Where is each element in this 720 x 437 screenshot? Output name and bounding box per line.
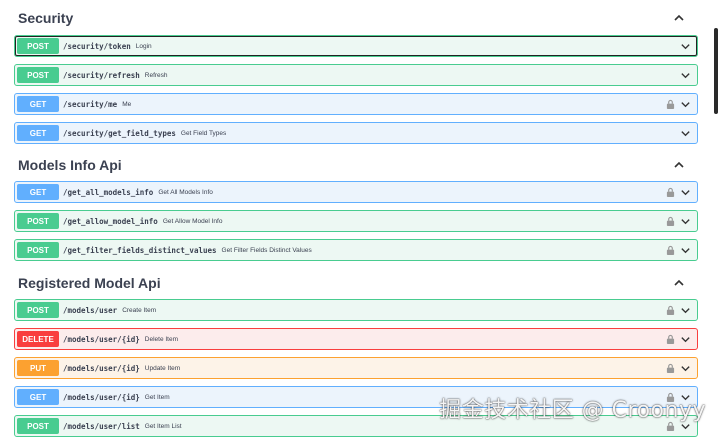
section-header-security[interactable]: Security <box>18 1 696 36</box>
lock-icon[interactable] <box>666 99 675 110</box>
method-badge: POST <box>17 213 59 229</box>
section-title: Security <box>18 10 74 26</box>
operation-path: /models/user/{id} <box>63 334 140 344</box>
operation-put-models-user-id[interactable]: PUT /models/user/{id} Update Item <box>14 357 698 379</box>
operation-summary: Create Item <box>122 306 157 314</box>
method-badge: GET <box>17 96 59 112</box>
operation-get-security-me[interactable]: GET /security/me Me <box>14 93 698 115</box>
operation-delete-models-user-id[interactable]: DELETE /models/user/{id} Delete Item <box>14 328 698 350</box>
operation-get-all-models-info[interactable]: GET /get_all_models_info Get All Models … <box>14 181 698 203</box>
operation-path: /models/user/{id} <box>63 363 140 373</box>
method-badge: POST <box>17 418 59 434</box>
operation-summary: Get Filter Fields Distinct Values <box>221 246 312 254</box>
operation-path: /security/me <box>63 99 118 109</box>
method-badge: POST <box>17 67 59 83</box>
operation-post-security-token[interactable]: POST /security/token Login <box>14 35 698 57</box>
lock-icon[interactable] <box>666 305 675 316</box>
operation-summary: Delete Item <box>144 335 179 343</box>
method-badge: POST <box>17 302 59 318</box>
operation-path: /security/get_field_types <box>63 128 176 138</box>
method-badge: GET <box>17 184 59 200</box>
chevron-down-icon[interactable] <box>680 216 691 227</box>
method-badge: GET <box>17 125 59 141</box>
chevron-down-icon[interactable] <box>680 99 691 110</box>
section-title: Models Info Api <box>18 157 122 173</box>
chevron-up-icon[interactable] <box>672 11 686 25</box>
method-badge: DELETE <box>17 331 59 347</box>
method-badge: POST <box>17 242 59 258</box>
operation-summary: Get Allow Model Info <box>162 217 223 225</box>
operation-summary: Get Item List <box>144 422 182 430</box>
lock-icon[interactable] <box>666 187 675 198</box>
lock-icon[interactable] <box>666 334 675 345</box>
operation-summary: Get Field Types <box>180 129 227 137</box>
operation-path: /security/token <box>63 41 131 51</box>
operation-summary: Get All Models Info <box>158 188 213 196</box>
chevron-up-icon[interactable] <box>672 158 686 172</box>
method-badge: POST <box>17 38 59 54</box>
operation-summary: Update Item <box>144 364 181 372</box>
operation-path: /models/user/list <box>63 421 140 431</box>
operation-path: /get_filter_fields_distinct_values <box>63 245 217 255</box>
operation-path: /models/user/{id} <box>63 392 140 402</box>
chevron-down-icon[interactable] <box>680 41 691 52</box>
chevron-down-icon[interactable] <box>680 187 691 198</box>
operation-post-security-refresh[interactable]: POST /security/refresh Refresh <box>14 64 698 86</box>
operation-path: /get_all_models_info <box>63 187 154 197</box>
lock-icon[interactable] <box>666 363 675 374</box>
operation-path: /models/user <box>63 305 118 315</box>
chevron-down-icon[interactable] <box>680 70 691 81</box>
section-header-models-info-api[interactable]: Models Info Api <box>18 148 696 183</box>
method-badge: GET <box>17 389 59 405</box>
watermark: 掘金技术社区 @ Croonyy <box>439 398 706 423</box>
operation-post-get-allow-model-info[interactable]: POST /get_allow_model_info Get Allow Mod… <box>14 210 698 232</box>
operation-summary: Get Item <box>144 393 170 401</box>
lock-icon[interactable] <box>666 245 675 256</box>
chevron-down-icon[interactable] <box>680 128 691 139</box>
operation-summary: Refresh <box>144 71 168 79</box>
chevron-down-icon[interactable] <box>680 334 691 345</box>
operation-path: /get_allow_model_info <box>63 216 158 226</box>
operation-summary: Me <box>122 100 132 108</box>
method-badge: PUT <box>17 360 59 376</box>
section-title: Registered Model Api <box>18 275 161 291</box>
chevron-down-icon[interactable] <box>680 245 691 256</box>
operation-post-filter-fields-distinct-values[interactable]: POST /get_filter_fields_distinct_values … <box>14 239 698 261</box>
chevron-down-icon[interactable] <box>680 305 691 316</box>
chevron-down-icon[interactable] <box>680 363 691 374</box>
section-header-registered-model-api[interactable]: Registered Model Api <box>18 266 696 301</box>
chevron-up-icon[interactable] <box>672 276 686 290</box>
operation-path: /security/refresh <box>63 70 140 80</box>
vertical-scrollbar[interactable] <box>714 28 718 114</box>
operation-summary: Login <box>135 42 152 50</box>
operation-post-models-user[interactable]: POST /models/user Create Item <box>14 299 698 321</box>
lock-icon[interactable] <box>666 216 675 227</box>
operation-get-field-types[interactable]: GET /security/get_field_types Get Field … <box>14 122 698 144</box>
